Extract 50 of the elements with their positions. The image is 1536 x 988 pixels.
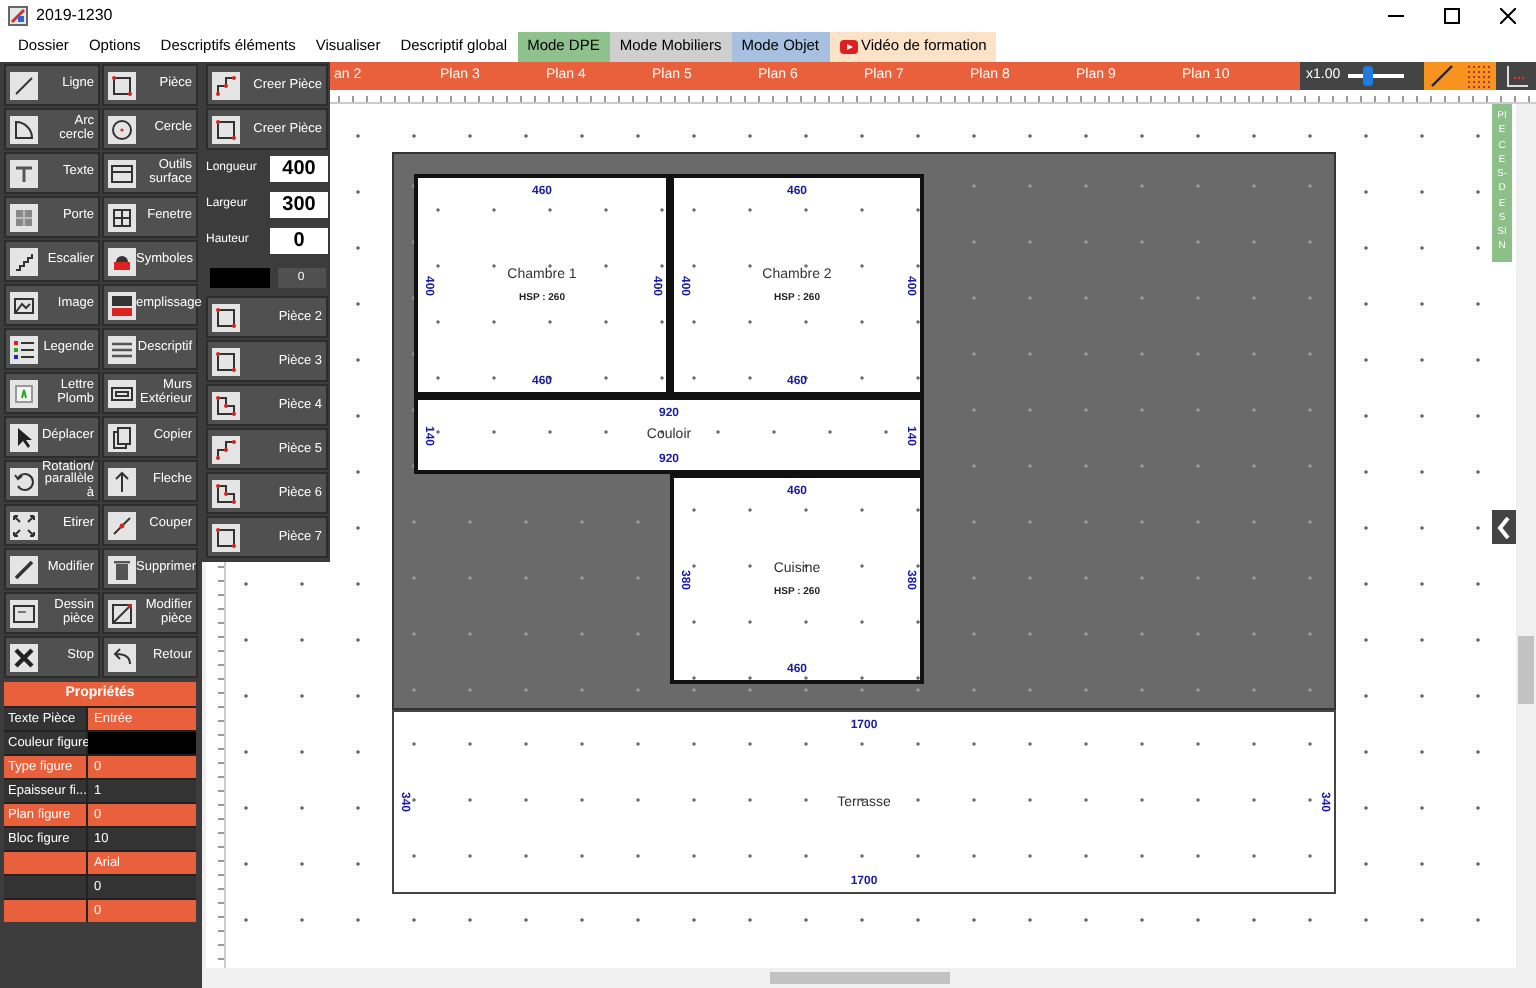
trash-icon: [108, 555, 136, 583]
edit-icon: [108, 599, 136, 627]
square-icon: [108, 71, 136, 99]
rotate-icon: [10, 467, 38, 495]
back-icon: [108, 643, 136, 671]
cut-icon: [108, 511, 136, 539]
app-icon: [8, 5, 28, 25]
letter-icon: [10, 379, 38, 407]
scroll-thumb[interactable]: [1518, 636, 1534, 704]
axes-icon: [1505, 65, 1527, 87]
room-icon: [10, 599, 38, 627]
collapse-button[interactable]: [1492, 510, 1516, 544]
window-icon: [108, 203, 136, 231]
arc-icon: [10, 115, 38, 143]
play-icon: [839, 39, 857, 53]
door-icon: [10, 203, 38, 231]
symbol-icon: [108, 247, 136, 275]
room-outline-icon: [212, 391, 240, 419]
input-field[interactable]: 0: [270, 228, 328, 254]
room-outline-icon: [212, 435, 240, 463]
scroll-thumb[interactable]: [770, 972, 950, 984]
cross-icon: [10, 643, 38, 671]
color-swatch[interactable]: [209, 267, 269, 287]
copy-icon: [108, 423, 136, 451]
cursor-icon: [10, 423, 38, 451]
chevron-icon: [1496, 515, 1512, 539]
slider-thumb[interactable]: [1362, 66, 1373, 86]
square-icon: [212, 523, 240, 551]
square-icon: [212, 303, 240, 331]
window-title: 2019-1230: [36, 3, 115, 27]
fill-icon: [108, 291, 136, 319]
line-icon: [1430, 64, 1454, 88]
input-field[interactable]: 400: [270, 156, 328, 182]
room-outline-icon: [212, 479, 240, 507]
image-icon: [10, 291, 38, 319]
pencil-icon: [10, 555, 38, 583]
input-field[interactable]: 300: [270, 192, 328, 218]
stairs-icon: [10, 247, 38, 275]
circle-icon: [108, 115, 136, 143]
polyline-icon: [212, 71, 240, 99]
line-icon: [10, 71, 38, 99]
square-icon: [212, 347, 240, 375]
arrow-up-icon: [108, 467, 136, 495]
surface-icon: [108, 159, 136, 187]
square-icon: [212, 115, 240, 143]
expand-icon: [10, 511, 38, 539]
wall-icon: [108, 379, 136, 407]
list-icon: [108, 335, 136, 363]
legend-icon: [10, 335, 38, 363]
color-swatch[interactable]: [88, 732, 196, 754]
